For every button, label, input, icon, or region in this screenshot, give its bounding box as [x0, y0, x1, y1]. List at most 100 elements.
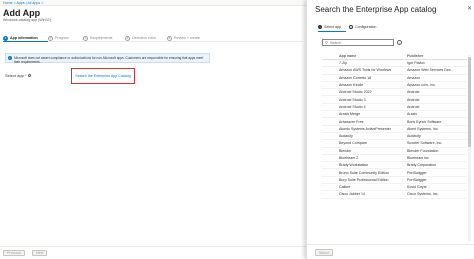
add-app-page: Home > Apps | All apps > Add App Windows… — [0, 0, 306, 259]
step-detection-rules[interactable]: 4 Detection rules — [125, 34, 156, 42]
app-name-cell: Android Studio 3 — [339, 97, 366, 102]
step-review-create[interactable]: 5 Review + create — [167, 34, 200, 42]
breadcrumb[interactable]: Home > Apps | All apps > — [3, 1, 43, 5]
table-row[interactable]: Audacity Audacity — [322, 133, 467, 141]
table-header: App name Publisher — [322, 52, 467, 60]
radio-dot — [318, 24, 322, 29]
app-name-cell: Burp Suite Professional Edition — [339, 177, 389, 182]
search-input[interactable] — [329, 40, 390, 45]
select-button[interactable]: Select — [315, 249, 333, 256]
app-name-cell: Audacity — [339, 134, 353, 139]
table-body: 7-Zip Igor Pavlov Amazon AWS Tools for Win… — [322, 60, 467, 199]
publisher-cell: PortSwigger — [407, 170, 427, 175]
search-icon: ⚲ — [325, 40, 328, 45]
table-row[interactable]: Beyond Compare Scooter Software, Inc. — [322, 140, 467, 148]
radio-configuration[interactable]: Configuration — [348, 24, 377, 29]
table-row[interactable]: Araxis Merge Araxis — [322, 111, 467, 119]
table-row[interactable]: Bluebeam 2 Bluebeam Inc — [322, 155, 467, 163]
publisher-cell: Boris Eyrich Software — [407, 119, 442, 124]
step-label: Program — [55, 36, 69, 40]
select-app-label: Select app * — [5, 73, 31, 78]
table-row[interactable]: Amazon Corretto 16 Amazon — [322, 75, 467, 82]
footer-bar: Previous Next — [0, 246, 306, 259]
publisher-cell: Cisco Systems, Inc. — [407, 192, 439, 197]
app-name-cell: Bruno Suite Community Edition — [339, 170, 389, 175]
table-row[interactable]: Android Studio 3 Android — [322, 96, 467, 104]
publisher-cell: Android — [407, 97, 420, 102]
table-row[interactable]: Burp Suite Professional Edition PortSwigg… — [322, 177, 467, 185]
publisher-cell: Audacity — [407, 134, 421, 139]
publisher-cell: Bluebeam Inc — [407, 156, 429, 160]
info-icon[interactable]: i — [397, 40, 402, 45]
publisher-cell: Android — [407, 104, 420, 109]
app-name-cell: Amazon Corretto 16 — [339, 75, 372, 80]
step-label: Review + create — [174, 36, 200, 40]
column-header-publisher[interactable]: Publisher — [407, 54, 467, 58]
table-row[interactable]: Android Studio 4 Android — [322, 104, 467, 112]
radio-label: Configuration — [354, 24, 377, 29]
table-row[interactable]: Amazon Kindle Amazon.com, Inc. — [322, 82, 467, 90]
close-icon[interactable]: ✕ — [467, 5, 472, 12]
table-row[interactable]: Android Studio 2022 Android — [322, 89, 467, 97]
previous-button[interactable]: Previous — [3, 250, 25, 256]
app-catalog-table: App name Publisher 7-Zip Igor Pavlov Amazo… — [322, 52, 467, 242]
required-asterisk: * — [23, 73, 27, 78]
table-row[interactable]: 7-Zip Igor Pavlov — [322, 60, 467, 68]
table-row[interactable]: Calibre Kovid Goyal — [322, 184, 467, 192]
info-icon[interactable] — [27, 74, 31, 77]
info-banner: i Microsoft does not assert compliance o… — [5, 53, 210, 64]
publisher-cell: Amazon — [407, 75, 421, 80]
step-number: 1 — [3, 35, 8, 41]
breadcrumb-bar: Home > Apps | All apps > — [0, 0, 306, 6]
enterprise-catalog-flyout: Search the Enterprise App catalog ✕ Sele… — [306, 0, 474, 259]
step-label: App information — [10, 36, 38, 40]
app-name-cell: Calibre — [339, 185, 351, 190]
info-banner-text: Microsoft does not assert compliance or … — [14, 55, 204, 64]
publisher-cell: PortSwigger — [407, 177, 427, 182]
next-button[interactable]: Next — [32, 250, 48, 256]
step-requirements[interactable]: 3 Requirements — [83, 34, 112, 42]
search-enterprise-catalog-link[interactable]: Search the Enterprise App Catalog — [75, 74, 130, 78]
app-name-cell: Android Studio 4 — [339, 104, 366, 109]
app-name-cell: Artweaver Free — [339, 119, 364, 124]
app-name-cell: Blender — [339, 148, 352, 153]
column-header-app-name[interactable]: App name — [322, 54, 407, 58]
app-name-cell: Brady Workstation — [339, 163, 369, 168]
step-number: 2 — [48, 35, 53, 41]
table-row[interactable]: Amazon AWS Tools for Windows Amazon Web S… — [322, 67, 467, 75]
radio-select-app[interactable]: Select app — [318, 24, 341, 29]
table-row[interactable]: Bruno Suite Community Edition PortSwigger — [322, 169, 467, 177]
table-row[interactable]: Blender Blender Foundation — [322, 148, 467, 155]
step-number: 4 — [125, 35, 130, 41]
app-name-cell: Araxis Merge — [339, 112, 361, 117]
publisher-cell: Amazon Web Services Dev... — [407, 68, 454, 73]
search-box[interactable]: ⚲ — [322, 39, 394, 46]
step-number: 3 — [83, 35, 88, 41]
publisher-cell: Blender Foundation — [407, 148, 439, 153]
step-program[interactable]: 2 Program — [48, 34, 69, 42]
search-catalog-link-highlight: Search the Enterprise App Catalog — [71, 68, 135, 84]
publisher-cell: Android — [407, 90, 420, 95]
app-name-cell: 7-Zip — [339, 61, 348, 66]
active-step-indicator — [3, 41, 48, 42]
table-row[interactable]: Brady Workstation Brady Corporation — [322, 162, 467, 170]
table-row[interactable]: Atomic Systems ActivePresenter Atomi Syst… — [322, 126, 467, 133]
flyout-footer: Select — [307, 244, 474, 259]
scrollbar-thumb[interactable] — [468, 57, 471, 147]
step-label: Detection rules — [132, 36, 156, 40]
publisher-cell: Amazon.com, Inc. — [407, 83, 436, 88]
select-app-label-text: Select app — [5, 73, 24, 78]
flyout-title: Search the Enterprise App catalog — [315, 5, 437, 14]
publisher-cell: Kovid Goyal — [407, 185, 427, 190]
table-scrollbar[interactable] — [468, 55, 471, 241]
wizard-steps: 1 App information 2 Program 3 Requiremen… — [3, 34, 303, 42]
publisher-cell: Brady Corporation — [407, 163, 437, 168]
table-row[interactable]: Artweaver Free Boris Eyrich Software — [322, 118, 467, 126]
publisher-cell: Scooter Software, Inc. — [407, 141, 443, 146]
app-name-cell: Beyond Compare — [339, 141, 367, 146]
step-number: 5 — [167, 35, 172, 41]
app-name-cell: Amazon Kindle — [339, 83, 364, 88]
app-name-cell: Atomic Systems ActivePresenter — [339, 126, 391, 131]
app-name-cell: Amazon AWS Tools for Windows — [339, 68, 392, 73]
table-row[interactable]: Cisco Jabber 14 Cisco Systems, Inc. — [322, 191, 467, 199]
